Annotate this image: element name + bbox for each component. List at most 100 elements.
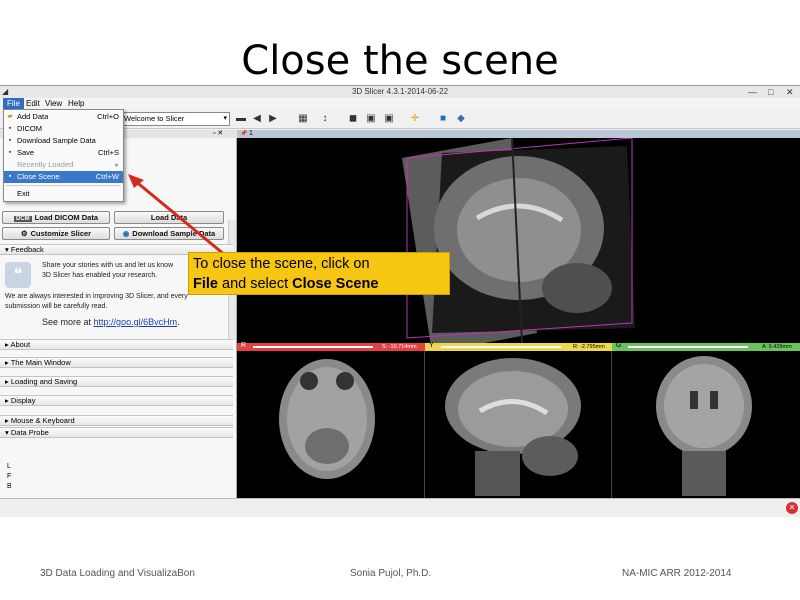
minimize-button[interactable]: — bbox=[748, 87, 757, 97]
menu-help[interactable]: Help bbox=[64, 98, 88, 109]
yellow-slice-offset: R: -2.795mm bbox=[573, 344, 605, 350]
callout-line-2: File and select Close Scene bbox=[193, 274, 445, 294]
green-slice-slider[interactable] bbox=[628, 346, 748, 348]
python-icon[interactable]: ◆ bbox=[454, 112, 468, 126]
section-label: Mouse & Keyboard bbox=[10, 416, 75, 425]
close-window-button[interactable]: ✕ bbox=[786, 87, 794, 97]
gear-icon: ⚙ bbox=[20, 229, 28, 238]
menu-item-exit[interactable]: Exit bbox=[4, 188, 123, 200]
history-icon[interactable]: ▬ bbox=[234, 112, 248, 126]
footer-center: Sonia Pujol, Ph.D. bbox=[350, 568, 432, 579]
menu-bar: File Edit View Help bbox=[0, 98, 800, 109]
section-about[interactable]: ▸ About bbox=[0, 339, 233, 350]
module-selector-value: Welcome to Slicer bbox=[124, 114, 185, 123]
probe-line: L bbox=[7, 463, 11, 470]
pin-icon[interactable]: 📌 bbox=[240, 130, 247, 138]
menu-item-close-scene[interactable]: ▪ Close Scene Ctrl+W bbox=[4, 171, 123, 183]
title-bar: 3D Slicer 4.3.1-2014-06-22 ◢ — □ ✕ bbox=[0, 86, 800, 98]
probe-line: F bbox=[7, 473, 12, 480]
link-period: . bbox=[177, 317, 180, 327]
screenshot-icon[interactable]: ◼ bbox=[346, 112, 360, 126]
customize-label: Customize Slicer bbox=[30, 229, 92, 238]
load-dicom-button[interactable]: DCM Load DICOM Data bbox=[2, 211, 110, 224]
menu-item-label: Add Data bbox=[17, 112, 49, 121]
section-display[interactable]: ▸ Display bbox=[0, 395, 233, 406]
customize-slicer-button[interactable]: ⚙ Customize Slicer bbox=[2, 227, 110, 240]
section-data-probe[interactable]: ▾ Data Probe bbox=[0, 427, 233, 438]
forward-icon[interactable]: ▶ bbox=[266, 112, 280, 126]
see-more-label: See more at bbox=[42, 317, 92, 327]
green-slice-offset: A: 6.429mm bbox=[762, 344, 792, 350]
green-slice-view[interactable] bbox=[612, 351, 800, 498]
back-icon[interactable]: ◀ bbox=[250, 112, 264, 126]
scene-view-icon[interactable]: ▣ bbox=[364, 112, 378, 126]
3d-view-label: 1 bbox=[249, 130, 253, 137]
cerebellum bbox=[542, 263, 612, 313]
menu-item-dicom[interactable]: ▪ DICOM bbox=[4, 123, 123, 135]
maximize-button[interactable]: □ bbox=[768, 87, 773, 97]
menu-item-label: Recently Loaded bbox=[17, 160, 74, 169]
section-label: Loading and Saving bbox=[10, 377, 78, 386]
load-dicom-label: Load DICOM Data bbox=[34, 213, 98, 222]
section-loading-saving[interactable]: ▸ Loading and Saving bbox=[0, 376, 233, 387]
volume-view-icon[interactable]: ▣ bbox=[382, 112, 396, 126]
axial-brain-image bbox=[279, 359, 375, 479]
green-slice-letter: G bbox=[616, 342, 622, 349]
crosshair-icon[interactable]: ✛ bbox=[408, 112, 422, 126]
section-label: About bbox=[10, 340, 31, 349]
folder-icon: ▰ bbox=[7, 113, 13, 120]
3d-view[interactable]: 📌 1 bbox=[237, 130, 800, 343]
dicom-icon: DCM bbox=[13, 216, 32, 222]
file-menu-dropdown: ▰ Add Data Ctrl+O ▪ DICOM ▪ Download Sample … bbox=[3, 109, 124, 202]
menu-item-save[interactable]: ▪ Save Ctrl+S bbox=[4, 147, 123, 159]
menu-item-download-sample[interactable]: ▪ Download Sample Data bbox=[4, 135, 123, 147]
menu-item-label: Download Sample Data bbox=[17, 136, 96, 145]
module-selector[interactable]: Welcome to Slicer ▾ bbox=[120, 112, 230, 126]
feedback-link[interactable]: http://goo.gl/6BvcHm bbox=[94, 317, 178, 327]
footer-right: NA-MIC ARR 2012-2014 bbox=[622, 568, 732, 579]
section-main-window[interactable]: ▸ The Main Window bbox=[0, 357, 233, 368]
probe-line: B bbox=[7, 483, 12, 490]
extension-manager-icon[interactable]: ■ bbox=[436, 112, 450, 126]
layout-icon[interactable]: ▦ bbox=[296, 112, 310, 126]
shortcut-label: Ctrl+S bbox=[97, 148, 119, 157]
red-slice-letter: R bbox=[241, 342, 247, 349]
see-more-line: See more at http://goo.gl/6BvcHm. bbox=[42, 317, 180, 327]
section-label: The Main Window bbox=[10, 358, 71, 367]
error-log-icon[interactable]: ✕ bbox=[786, 502, 798, 514]
menu-item-label: Exit bbox=[17, 189, 30, 198]
3d-scene bbox=[402, 138, 635, 343]
yellow-slice-letter: Y bbox=[429, 342, 434, 349]
mouse-mode-icon[interactable]: ↕ bbox=[318, 112, 332, 126]
callout-file: File bbox=[193, 276, 218, 292]
red-slice-slider[interactable] bbox=[253, 346, 373, 348]
section-mouse-keyboard[interactable]: ▸ Mouse & Keyboard bbox=[0, 415, 233, 426]
callout-close-scene: Close Scene bbox=[292, 276, 379, 292]
feedback-speech-icon: ❝ bbox=[5, 262, 31, 288]
section-label: Data Probe bbox=[10, 428, 49, 437]
coronal-brain-image bbox=[656, 356, 752, 496]
menu-view[interactable]: View bbox=[41, 98, 66, 109]
yellow-slice-header: Y R: -2.795mm bbox=[425, 342, 612, 351]
data-probe-values: L F B bbox=[7, 462, 12, 492]
menu-item-add-data[interactable]: ▰ Add Data Ctrl+O bbox=[4, 111, 123, 123]
yellow-slice-view[interactable] bbox=[425, 351, 612, 498]
dicom-icon: ▪ bbox=[8, 125, 12, 132]
menu-item-label: Close Scene bbox=[17, 172, 60, 181]
slide-title: Close the scene bbox=[241, 38, 559, 84]
panel-float-icon[interactable]: ▫ ✕ bbox=[213, 130, 223, 138]
window-title: 3D Slicer 4.3.1-2014-06-22 bbox=[351, 87, 449, 96]
menu-separator bbox=[6, 185, 121, 186]
app-icon: ◢ bbox=[2, 87, 9, 96]
green-slice-header: G A: 6.429mm bbox=[612, 342, 800, 351]
menu-item-recently-loaded[interactable]: Recently Loaded ▸ bbox=[4, 159, 123, 171]
submenu-arrow-icon: ▸ bbox=[115, 160, 119, 169]
3d-view-header: 📌 1 bbox=[237, 130, 800, 138]
section-label: Display bbox=[10, 396, 36, 405]
callout-mid: and select bbox=[217, 276, 293, 292]
menu-file[interactable]: File bbox=[3, 98, 24, 109]
chevron-down-icon: ▾ bbox=[223, 115, 227, 122]
yellow-slice-slider[interactable] bbox=[441, 346, 561, 348]
sagittal-brain-image bbox=[445, 358, 581, 496]
red-slice-view[interactable] bbox=[237, 351, 425, 498]
